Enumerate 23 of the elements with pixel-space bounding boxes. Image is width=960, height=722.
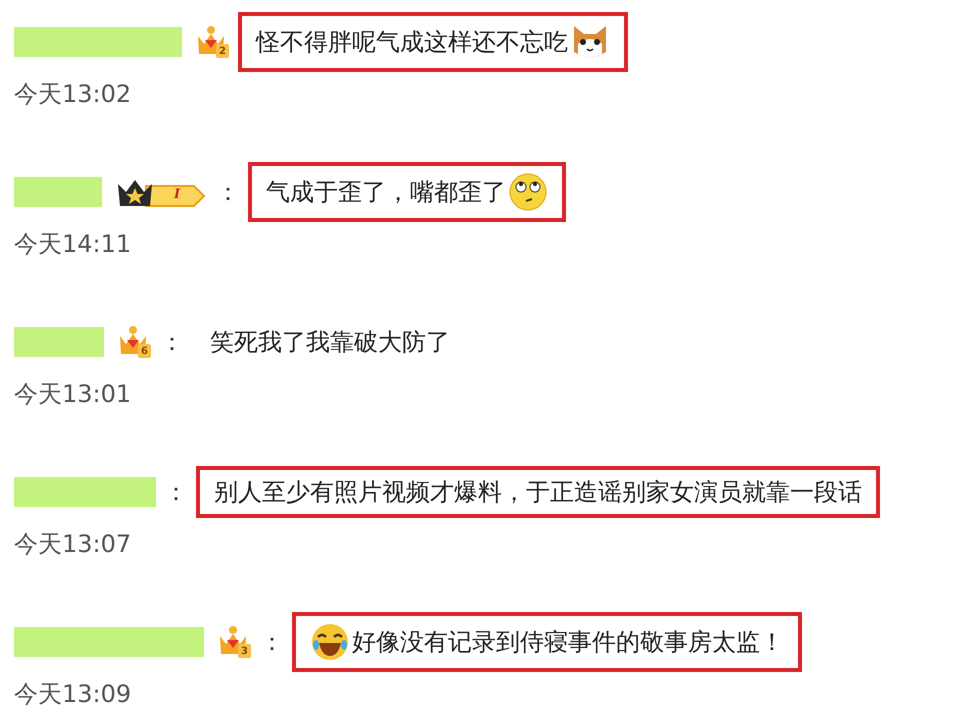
comment-text: 怪不得胖呢气成这样还不忘吃: [256, 27, 568, 58]
comment-text: 好像没有记录到侍寝事件的敬事房太监！: [352, 627, 784, 658]
laughing-face-icon: [310, 622, 350, 662]
colon: ：: [164, 477, 188, 508]
crown-badge-icon: [196, 24, 230, 60]
comment-text: 笑死我了我靠破大防了: [210, 327, 450, 358]
comment-time: 今天13:07: [14, 529, 132, 560]
colon: ：: [160, 327, 184, 358]
comment-time: 今天14:11: [14, 229, 132, 260]
comment-text: 气成于歪了，嘴都歪了: [266, 177, 506, 208]
badge-level: 3: [241, 647, 248, 657]
comment-time: 今天13:02: [14, 79, 132, 110]
eye-roll-face-icon: [508, 172, 548, 212]
badge-level: I: [174, 188, 180, 201]
badge-level: 2: [219, 47, 226, 57]
comment-time: 今天13:09: [14, 679, 132, 710]
colon: ：: [260, 627, 284, 658]
crown-badge-icon: [218, 624, 252, 660]
colon: ：: [216, 177, 240, 208]
badge-level: 6: [141, 347, 148, 357]
crown-badge-icon: [118, 324, 152, 360]
comment-time: 今天13:01: [14, 379, 132, 410]
comment-text: 别人至少有照片视频才爆料，于正造谣别家女演员就靠一段话: [214, 477, 862, 508]
